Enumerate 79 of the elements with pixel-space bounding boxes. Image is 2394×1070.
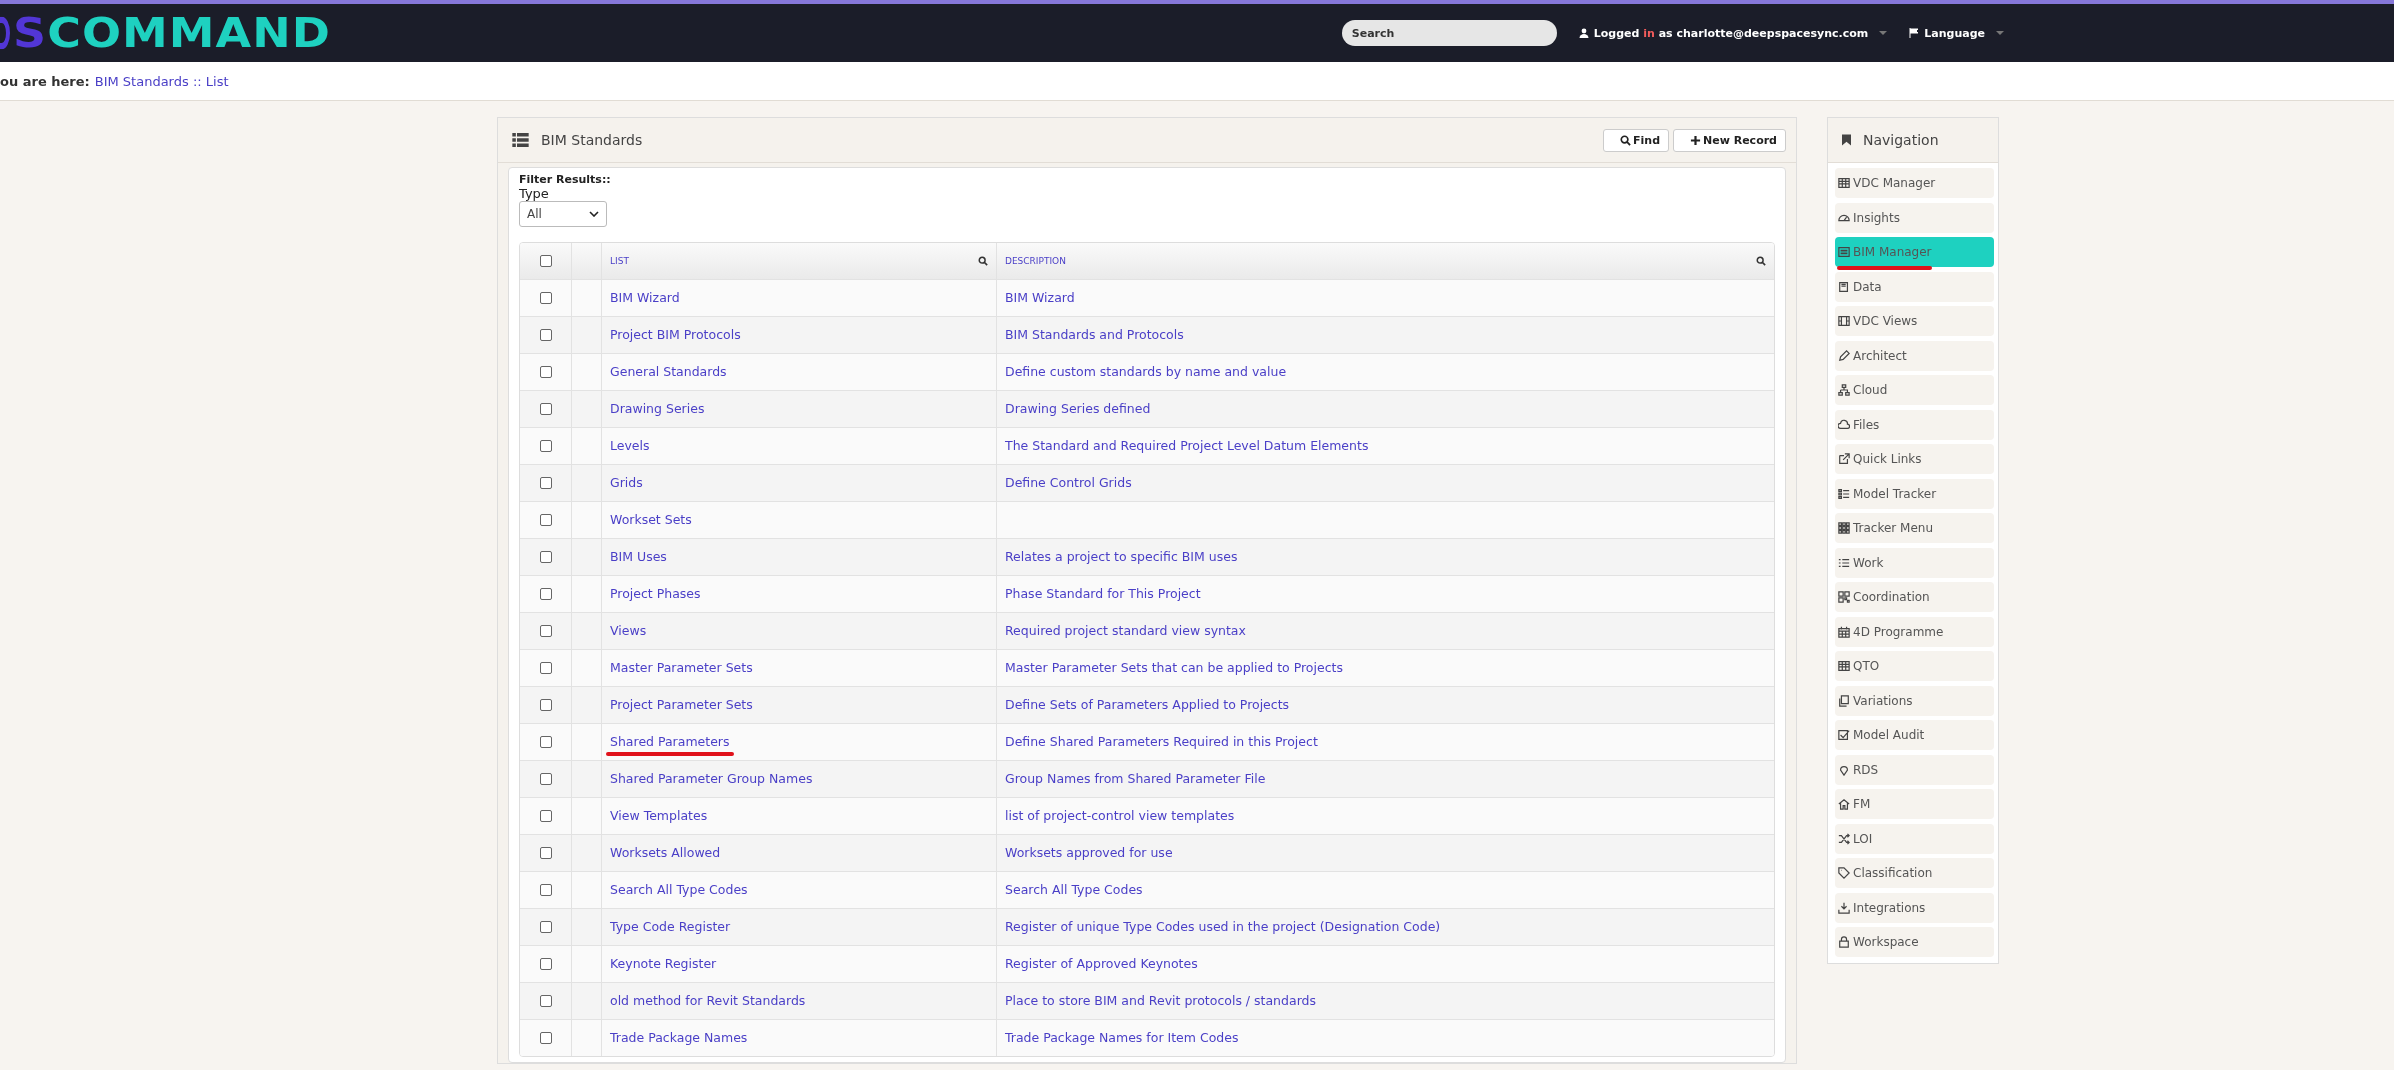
description-link[interactable]: Trade Package Names for Item Codes bbox=[1005, 1029, 1239, 1047]
nav-item[interactable]: Architect bbox=[1835, 340, 1994, 371]
description-link[interactable]: Place to store BIM and Revit protocols / standards bbox=[1005, 992, 1316, 1010]
description-link[interactable]: Register of unique Type Codes used in the project (Designation Code) bbox=[1005, 918, 1441, 936]
nav-item[interactable]: Quick Links bbox=[1835, 444, 1994, 474]
nav-item[interactable]: Insights bbox=[1835, 202, 1994, 233]
nav-item[interactable]: Integrations bbox=[1835, 892, 1994, 923]
nav-item[interactable]: VDC Views bbox=[1835, 306, 1994, 336]
list-link[interactable]: Search All Type Codes bbox=[610, 881, 748, 899]
description-link[interactable]: Define Control Grids bbox=[1005, 474, 1132, 492]
description-link[interactable]: The Standard and Required Project Level Datum Elements bbox=[1005, 437, 1369, 455]
nav-item[interactable]: BIM Manager bbox=[1835, 237, 1994, 267]
list-link[interactable]: Shared Parameters bbox=[610, 733, 730, 751]
navigation-title: Navigation bbox=[1863, 132, 1939, 148]
nav-item[interactable]: Model Tracker bbox=[1835, 478, 1994, 509]
nav-item[interactable]: Model Audit bbox=[1835, 720, 1994, 750]
list-link[interactable]: Grids bbox=[610, 474, 643, 492]
nav-item[interactable]: Workspace bbox=[1835, 927, 1994, 957]
find-button[interactable]: Find bbox=[1603, 128, 1670, 152]
nav-item[interactable]: QTO bbox=[1835, 651, 1994, 681]
list-link[interactable]: Shared Parameter Group Names bbox=[610, 770, 813, 788]
breadcrumb-link[interactable]: BIM Standards :: List bbox=[94, 73, 229, 89]
description-link[interactable]: list of project-control view templates bbox=[1005, 807, 1235, 825]
list-link[interactable]: General Standards bbox=[610, 363, 727, 381]
nav-item[interactable]: Variations bbox=[1835, 685, 1994, 716]
list-link[interactable]: old method for Revit Standards bbox=[610, 992, 806, 1010]
list-link[interactable]: Drawing Series bbox=[610, 400, 705, 418]
description-link[interactable]: Worksets approved for use bbox=[1005, 844, 1173, 862]
new-record-button[interactable]: New Record bbox=[1673, 128, 1786, 152]
description-link[interactable]: Group Names from Shared Parameter File bbox=[1005, 770, 1266, 788]
filter-title: Filter Results:: bbox=[519, 173, 612, 186]
description-link[interactable]: Master Parameter Sets that can be applied to Projects bbox=[1005, 659, 1343, 677]
description-link[interactable]: Register of Approved Keynotes bbox=[1005, 955, 1198, 973]
description-link[interactable]: Search All Type Codes bbox=[1005, 881, 1143, 899]
nav-item[interactable]: Tracker Menu bbox=[1835, 513, 1994, 543]
nav-item[interactable]: Classification bbox=[1835, 858, 1994, 888]
list-link[interactable]: Trade Package Names bbox=[610, 1029, 748, 1047]
logo[interactable]: SCOMMAND bbox=[0, 12, 331, 54]
nav-item[interactable]: LOI bbox=[1835, 823, 1994, 854]
list-link[interactable]: Levels bbox=[610, 437, 650, 455]
panel-title: BIM Standards bbox=[541, 132, 643, 148]
description-link[interactable]: Define Shared Parameters Required in this Project bbox=[1005, 733, 1318, 751]
nav-item[interactable]: Work bbox=[1835, 547, 1994, 578]
breadcrumb-label: ou are here: bbox=[0, 73, 90, 89]
nav-item[interactable]: RDS bbox=[1835, 754, 1994, 785]
column-header[interactable]: LIST bbox=[610, 256, 629, 266]
nav-item[interactable]: FM bbox=[1835, 789, 1994, 819]
list-link[interactable]: View Templates bbox=[610, 807, 708, 825]
search-field[interactable]: Search bbox=[1341, 20, 1557, 46]
description-link[interactable]: BIM Standards and Protocols bbox=[1005, 326, 1184, 344]
nav-item[interactable]: 4D Programme bbox=[1835, 616, 1994, 647]
language-menu[interactable]: Language bbox=[1909, 26, 2004, 40]
list-link[interactable]: Master Parameter Sets bbox=[610, 659, 753, 677]
description-link[interactable]: Define Sets of Parameters Applied to Projects bbox=[1005, 696, 1290, 714]
description-link[interactable]: Phase Standard for This Project bbox=[1005, 585, 1201, 603]
list-link[interactable]: Project Phases bbox=[610, 585, 701, 603]
list-link[interactable]: Keynote Register bbox=[610, 955, 717, 973]
list-link[interactable]: Project Parameter Sets bbox=[610, 696, 753, 714]
description-link[interactable]: BIM Wizard bbox=[1005, 289, 1075, 307]
user-menu[interactable]: Logged in as charlotte@deepspacesync.com bbox=[1578, 26, 1888, 40]
list-link[interactable]: BIM Uses bbox=[610, 548, 667, 566]
list-link[interactable]: Project BIM Protocols bbox=[610, 326, 741, 344]
column-header[interactable]: DESCRIPTION bbox=[1005, 256, 1066, 266]
list-link[interactable]: Worksets Allowed bbox=[610, 844, 721, 862]
nav-item[interactable]: Cloud bbox=[1835, 375, 1994, 405]
nav-item[interactable]: Files bbox=[1835, 409, 1994, 440]
list-link[interactable]: Views bbox=[610, 622, 647, 640]
nav-item[interactable]: Coordination bbox=[1835, 582, 1994, 612]
description-link[interactable]: Drawing Series defined bbox=[1005, 400, 1151, 418]
list-link[interactable]: Workset Sets bbox=[610, 511, 692, 529]
description-link[interactable]: Define custom standards by name and value bbox=[1005, 363, 1287, 381]
list-link[interactable]: BIM Wizard bbox=[610, 289, 680, 307]
nav-item[interactable]: VDC Manager bbox=[1835, 168, 1994, 198]
description-link[interactable]: Required project standard view syntax bbox=[1005, 622, 1246, 640]
filter-label: Type bbox=[519, 186, 550, 201]
type-dropdown[interactable]: All bbox=[519, 201, 607, 227]
nav-item[interactable]: Data bbox=[1835, 271, 1994, 302]
description-link[interactable]: Relates a project to specific BIM uses bbox=[1005, 548, 1238, 566]
list-link[interactable]: Type Code Register bbox=[610, 918, 731, 936]
